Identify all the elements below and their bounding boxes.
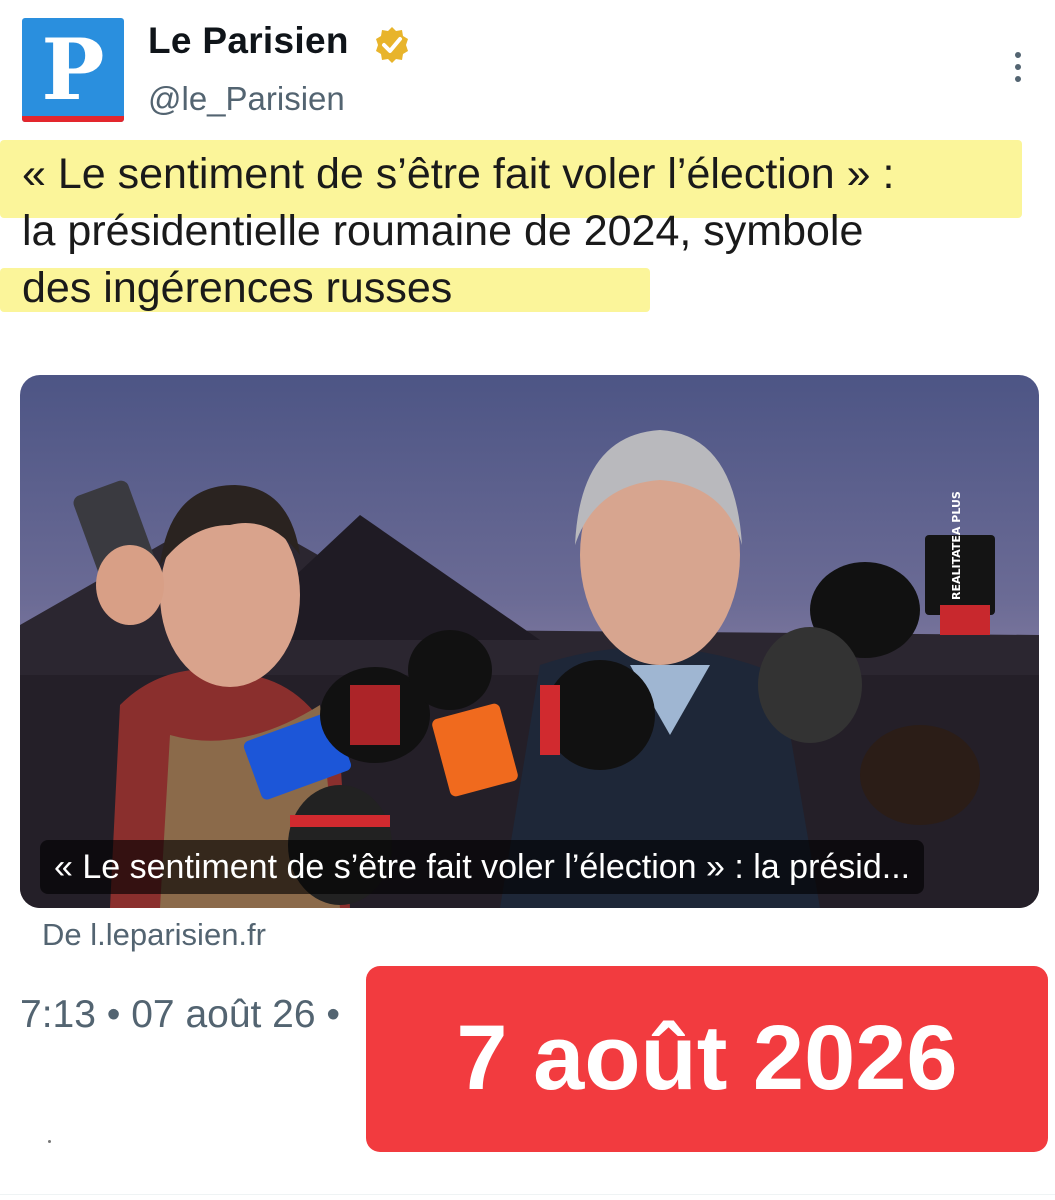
date-overlay: 7 août 2026 [366, 966, 1048, 1152]
avatar[interactable]: P [22, 18, 124, 122]
avatar-bar [22, 116, 124, 122]
avatar-letter: P [41, 20, 105, 119]
account-handle[interactable]: @le_Parisien [148, 80, 345, 118]
headline-line-3: des ingérences russes [22, 264, 453, 312]
tweet-headline: « Le sentiment de s’être fait voler l’él… [22, 146, 1032, 317]
tweet-timestamp[interactable]: 7:13 • 07 août 26 • [20, 993, 340, 1037]
news-photo: REALITATEA PLUS [20, 430, 1039, 908]
link-card-caption: « Le sentiment de s’être fait voler l’él… [40, 840, 925, 894]
link-card-image[interactable]: REALITATEA PLUS [20, 375, 1039, 908]
account-name[interactable]: Le Parisien [148, 20, 349, 62]
headline-line-1: « Le sentiment de s’être fait voler l’él… [22, 150, 895, 198]
stray-dot [48, 1140, 51, 1143]
more-options-icon[interactable] [1008, 52, 1028, 92]
mic-flag-label: REALITATEA PLUS [950, 491, 963, 600]
date-overlay-label: 7 août 2026 [456, 1007, 958, 1109]
bottom-divider [0, 1194, 1055, 1195]
link-source[interactable]: De l.leparisien.fr [42, 917, 266, 953]
verified-badge-icon [376, 27, 408, 63]
headline-line-2: la présidentielle roumaine de 2024, symb… [22, 207, 864, 255]
